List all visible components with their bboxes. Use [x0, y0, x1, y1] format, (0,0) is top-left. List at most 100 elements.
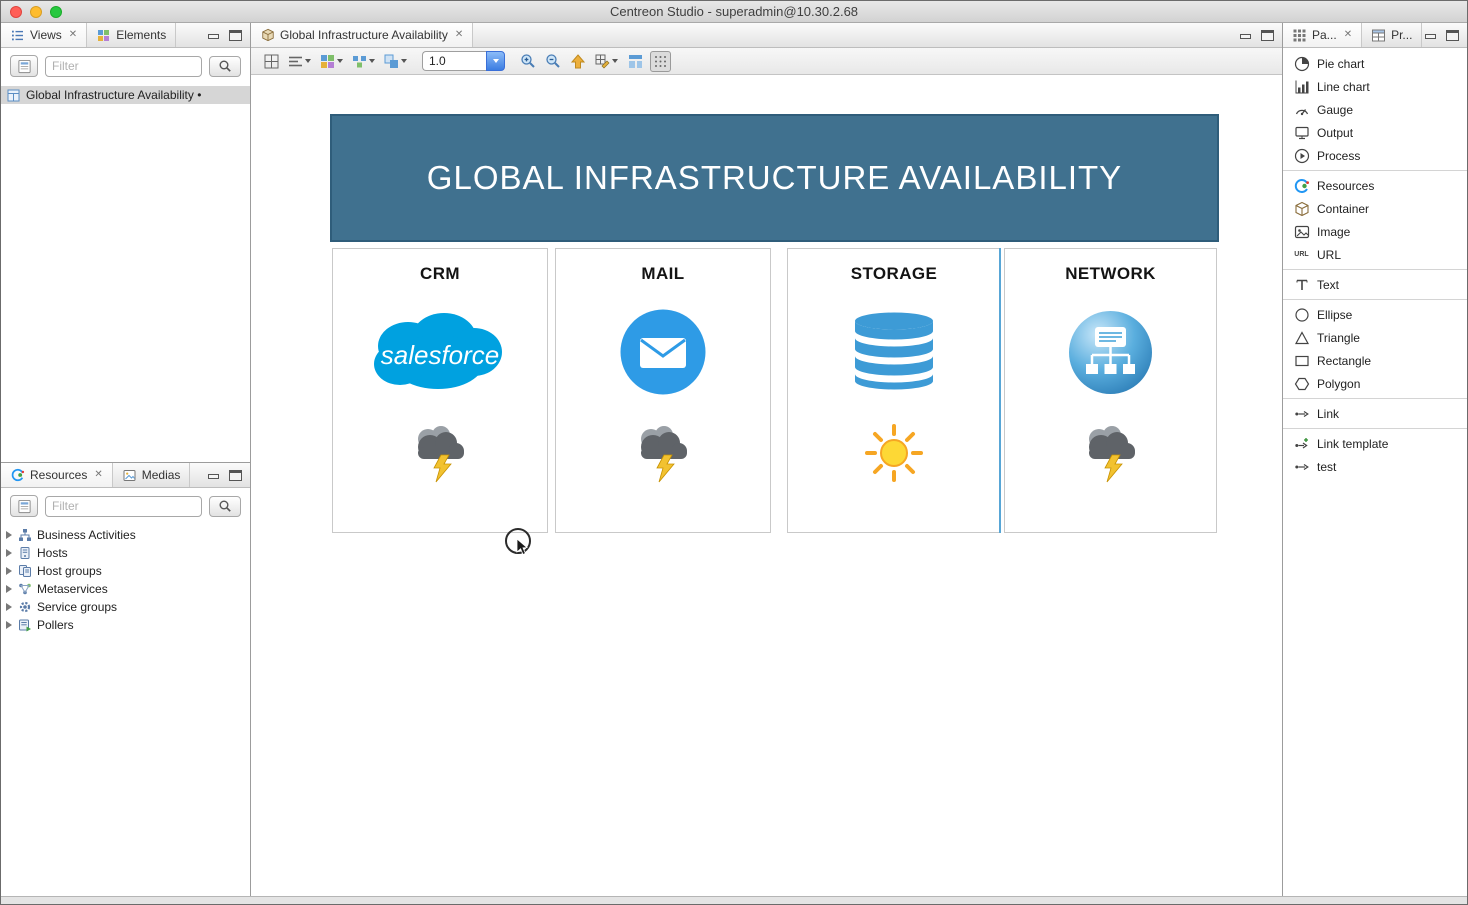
views-search-button[interactable] [209, 56, 241, 77]
metaservices-icon [17, 582, 32, 597]
palette-item-gauge[interactable]: Gauge [1283, 98, 1467, 121]
tab-views[interactable]: Views ✕ [1, 23, 87, 47]
grid-toggle-button[interactable] [650, 51, 671, 72]
editor-toolbar [251, 48, 1282, 75]
close-window-button[interactable] [10, 6, 22, 18]
palette-item-pie-chart[interactable]: Pie chart [1283, 52, 1467, 75]
tab-label: Global Infrastructure Availability [280, 28, 448, 42]
expand-arrow-icon[interactable] [6, 567, 12, 575]
tile-layout-button[interactable] [625, 51, 645, 72]
tree-item-host-groups[interactable]: Host groups [1, 562, 250, 580]
palette-item-resources[interactable]: Resources [1283, 174, 1467, 197]
palette-item-link[interactable]: Link [1283, 402, 1467, 425]
expand-arrow-icon[interactable] [6, 549, 12, 557]
minimize-panel-icon[interactable] [207, 30, 220, 41]
palette-tabbar: Pa... ✕ Pr... [1283, 23, 1467, 48]
close-icon[interactable]: ✕ [1344, 30, 1352, 40]
resources-action-button[interactable] [10, 495, 38, 517]
palette-item-ellipse[interactable]: Ellipse [1283, 303, 1467, 326]
tree-item-metaservices[interactable]: Metaservices [1, 580, 250, 598]
tree-item-view[interactable]: Global Infrastructure Availability • [1, 86, 250, 104]
zoom-dropdown-button[interactable] [486, 51, 505, 71]
triangle-icon [1293, 329, 1310, 346]
tab-elements[interactable]: Elements [87, 23, 176, 47]
close-icon[interactable]: ✕ [455, 30, 463, 40]
svg-text:salesforce: salesforce [381, 340, 500, 370]
tree-item-label: Global Infrastructure Availability • [26, 88, 201, 102]
grid-borders-button[interactable] [261, 51, 281, 72]
editor-column: Global Infrastructure Availability ✕ [251, 23, 1283, 896]
tree-item-service-groups[interactable]: Service groups [1, 598, 250, 616]
palette-item-url[interactable]: URL URL [1283, 243, 1467, 266]
text-icon [1293, 276, 1310, 293]
zoom-input[interactable] [422, 51, 486, 71]
zoom-out-button[interactable] [543, 51, 563, 72]
palette-item-container[interactable]: Container [1283, 197, 1467, 220]
palette-item-polygon[interactable]: Polygon [1283, 372, 1467, 395]
palette-item-text[interactable]: Text [1283, 273, 1467, 296]
card-crm[interactable]: CRM salesforce [332, 248, 548, 533]
tree-item-pollers[interactable]: Pollers [1, 616, 250, 634]
tab-editor-view[interactable]: Global Infrastructure Availability ✕ [251, 23, 473, 47]
search-icon [218, 499, 232, 513]
tab-medias[interactable]: Medias [113, 463, 191, 487]
palette-item-label: Pie chart [1317, 57, 1364, 71]
tab-resources[interactable]: Resources ✕ [1, 463, 113, 487]
tab-palette[interactable]: Pa... ✕ [1283, 23, 1362, 47]
align-menu-button[interactable] [286, 51, 313, 72]
resources-search-button[interactable] [209, 496, 241, 517]
expand-arrow-icon[interactable] [6, 621, 12, 629]
maximize-panel-icon[interactable] [229, 30, 242, 41]
palette-item-test[interactable]: test [1283, 455, 1467, 478]
palette-item-image[interactable]: Image [1283, 220, 1467, 243]
resources-panel: Resources ✕ Medias [1, 463, 250, 896]
grid-dots-icon [653, 54, 668, 69]
card-network[interactable]: NETWORK [1004, 248, 1217, 533]
chevron-down-icon [305, 59, 311, 63]
palette-item-link-template[interactable]: Link template [1283, 432, 1467, 455]
minimize-window-button[interactable] [30, 6, 42, 18]
close-icon[interactable]: ✕ [94, 470, 102, 480]
save-layout-menu-button[interactable] [593, 51, 620, 72]
layout-menu-button[interactable] [318, 51, 345, 72]
arrange-menu-button[interactable] [350, 51, 377, 72]
minimize-panel-icon[interactable] [207, 470, 220, 481]
order-menu-button[interactable] [382, 51, 409, 72]
palette-item-label: Link [1317, 407, 1339, 421]
minimize-panel-icon[interactable] [1424, 30, 1437, 41]
card-mail[interactable]: MAIL [555, 248, 771, 533]
maximize-panel-icon[interactable] [1446, 30, 1459, 41]
expand-arrow-icon[interactable] [6, 585, 12, 593]
close-icon[interactable]: ✕ [69, 30, 77, 40]
sun-ok-icon [865, 424, 923, 482]
expand-arrow-icon[interactable] [6, 531, 12, 539]
tree-item-business-activities[interactable]: Business Activities [1, 526, 250, 544]
palette-item-label: URL [1317, 248, 1341, 262]
card-storage[interactable]: STORAGE [787, 248, 1001, 533]
maximize-panel-icon[interactable] [1261, 30, 1274, 41]
expand-arrow-icon[interactable] [6, 603, 12, 611]
palette-item-line-chart[interactable]: Line chart [1283, 75, 1467, 98]
new-view-button[interactable] [10, 55, 38, 77]
editor-panel-buttons [1239, 23, 1282, 47]
resources-panel-tabbar: Resources ✕ Medias [1, 463, 250, 488]
diagram-canvas[interactable]: GLOBAL INFRASTRUCTURE AVAILABILITY CRM s… [251, 75, 1282, 896]
views-filter-input[interactable] [45, 56, 202, 77]
palette-item-triangle[interactable]: Triangle [1283, 326, 1467, 349]
window-bottom-strip [1, 896, 1467, 904]
palette-item-process[interactable]: Process [1283, 144, 1467, 167]
tree-item-hosts[interactable]: Hosts [1, 544, 250, 562]
zoom-window-button[interactable] [50, 6, 62, 18]
minimize-panel-icon[interactable] [1239, 30, 1252, 41]
maximize-panel-icon[interactable] [229, 470, 242, 481]
window-title: Centreon Studio - superadmin@10.30.2.68 [1, 4, 1467, 19]
tab-label: Resources [30, 468, 87, 482]
rectangle-icon [1293, 352, 1310, 369]
banner-widget[interactable]: GLOBAL INFRASTRUCTURE AVAILABILITY [330, 114, 1219, 242]
tab-properties[interactable]: Pr... [1362, 23, 1422, 47]
palette-item-output[interactable]: Output [1283, 121, 1467, 144]
palette-item-rectangle[interactable]: Rectangle [1283, 349, 1467, 372]
move-up-button[interactable] [568, 51, 588, 72]
zoom-in-button[interactable] [518, 51, 538, 72]
resources-filter-input[interactable] [45, 496, 202, 517]
